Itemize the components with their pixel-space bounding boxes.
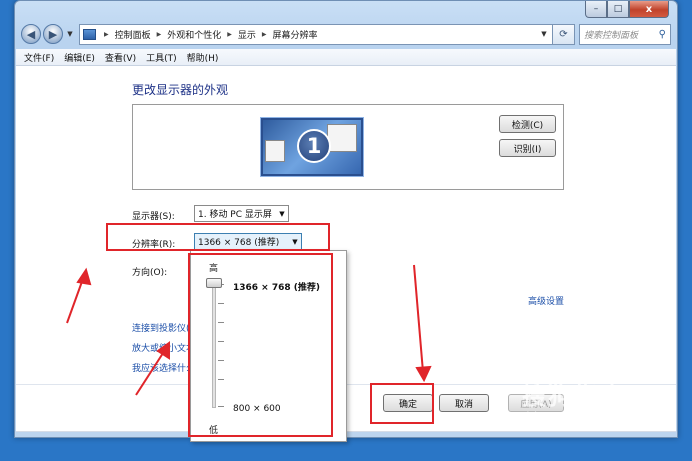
watermark: 搜狗指南 (522, 382, 626, 410)
arrow-head (156, 341, 170, 360)
arrow-head (415, 365, 432, 383)
arrow-head (76, 267, 92, 286)
arrow-line (413, 264, 424, 373)
watermark-url: zhinan.sogou.com (520, 410, 630, 424)
arrow-line (135, 349, 166, 396)
